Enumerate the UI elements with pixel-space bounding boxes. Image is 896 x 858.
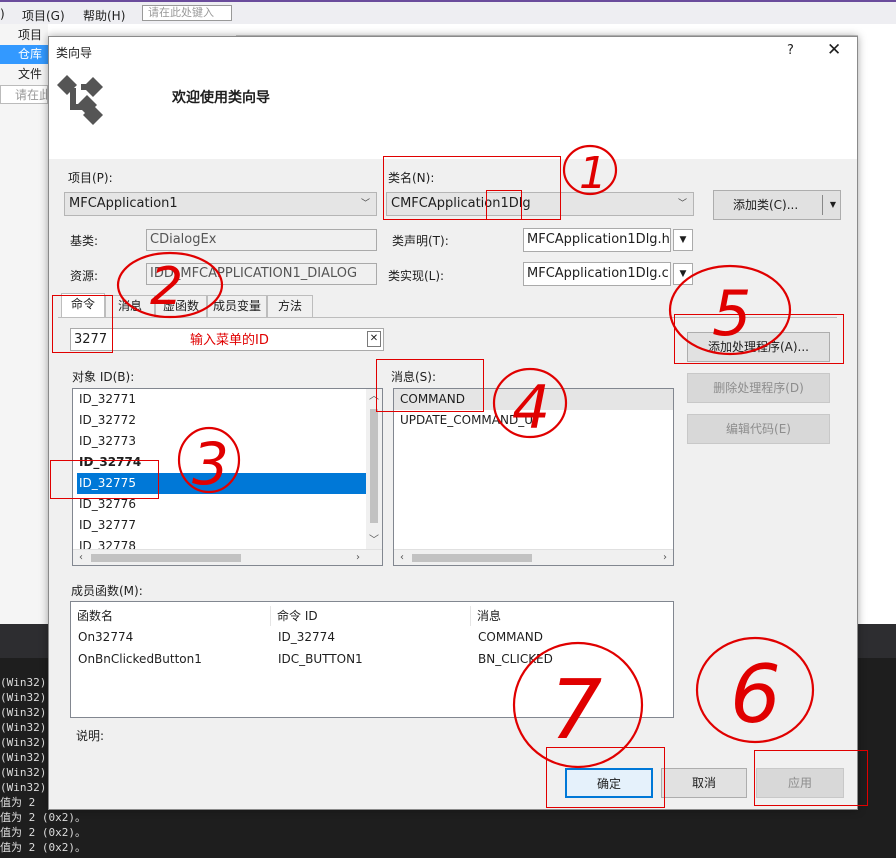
chevron-down-icon: ﹀ [677, 199, 687, 209]
output-line: 值为 2 [0, 796, 36, 809]
tab-methods[interactable]: 方法 [267, 295, 313, 317]
list-item[interactable]: ID_32771 [77, 389, 366, 410]
clear-search-icon[interactable]: ✕ [367, 331, 381, 347]
add-class-button[interactable]: 添加类(C)... ▼ [713, 190, 841, 220]
scroll-right-icon[interactable]: › [350, 550, 366, 565]
dialog-title: 类向导 [56, 46, 93, 60]
edit-code-button[interactable]: 编辑代码(E) [687, 414, 830, 444]
ide-left-panel: 项目 仓库 文件 请在此 [0, 24, 48, 624]
base-class-label: 基类: [70, 234, 99, 248]
class-wizard-logo-icon [57, 75, 103, 125]
project-combo[interactable]: MFCApplication1 ﹀ [64, 192, 377, 216]
menu-help[interactable]: 帮助(H) [83, 7, 125, 24]
list-item[interactable]: UPDATE_COMMAND_UI [398, 410, 537, 431]
ide-search-input[interactable]: 请在此处键入 [142, 5, 232, 21]
output-line: (Win32): [0, 736, 53, 749]
column-header[interactable]: 消息 [471, 606, 671, 626]
left-search-input[interactable]: 请在此 [0, 85, 48, 104]
output-line: (Win32): [0, 751, 53, 764]
annotation-box-add-handler [674, 314, 844, 364]
messages-hscroll[interactable]: ‹ › [394, 549, 673, 565]
class-impl-field[interactable]: MFCApplication1Dlg.cpp [523, 262, 671, 286]
split-divider [822, 195, 823, 215]
annotation-box-apply [754, 750, 868, 806]
column-header[interactable]: 命令 ID [271, 606, 471, 626]
dialog-header: 类向导 ? ✕ 欢迎使用类向导 [49, 37, 857, 159]
ide-menubar: ) 项目(G) 帮助(H) [0, 0, 896, 24]
cell-message: COMMAND [478, 630, 543, 644]
cell-function: On32774 [78, 630, 134, 644]
left-item-repo[interactable]: 仓库 [0, 45, 48, 64]
output-line: 值为 2 (0x2)。 [0, 841, 86, 854]
list-item[interactable]: ID_32778 [77, 536, 366, 549]
decl-dropdown-icon[interactable]: ▼ [673, 229, 693, 251]
resource-field: IDD_MFCAPPLICATION1_DIALOG [146, 263, 377, 285]
output-line: (Win32): [0, 781, 53, 794]
left-item-project[interactable]: 项目 [0, 26, 48, 45]
column-header[interactable]: 函数名 [71, 606, 271, 626]
output-line: (Win32): [0, 706, 53, 719]
output-line: (Win32): [0, 676, 53, 689]
tab-member-variables[interactable]: 成员变量 [207, 295, 267, 317]
dropdown-arrow-icon[interactable]: ▼ [830, 191, 836, 219]
output-line: (Win32): [0, 691, 53, 704]
class-wizard-dialog: 类向导 ? ✕ 欢迎使用类向导 项目(P): MFCApplication1 ﹀… [48, 36, 858, 810]
scroll-thumb[interactable] [91, 554, 241, 562]
scroll-right-icon[interactable]: › [657, 550, 673, 565]
cell-command-id: IDC_BUTTON1 [278, 652, 363, 666]
project-value: MFCApplication1 [69, 196, 178, 211]
impl-dropdown-icon[interactable]: ▼ [673, 263, 693, 285]
scroll-down-icon[interactable]: ﹀ [366, 533, 382, 549]
wizard-heading: 欢迎使用类向导 [172, 90, 270, 106]
annotation-box-object-id [50, 460, 159, 499]
object-list-vscroll[interactable]: ︿ ﹀ [366, 389, 382, 549]
annotation-box-ok [546, 747, 665, 808]
list-item[interactable]: ID_32772 [77, 410, 366, 431]
output-line: (Win32): [0, 721, 53, 734]
delete-handler-button[interactable]: 删除处理程序(D) [687, 373, 830, 403]
member-functions-table[interactable]: 函数名 命令 ID 消息 On32774 ID_32774 COMMAND On… [70, 601, 674, 718]
cell-function: OnBnClickedButton1 [78, 652, 202, 666]
description-label: 说明: [76, 729, 105, 743]
messages-list[interactable]: COMMAND UPDATE_COMMAND_UI ‹ › [393, 388, 674, 566]
class-decl-field[interactable]: MFCApplication1Dlg.h [523, 228, 671, 252]
menu-project[interactable]: 项目(G) [22, 7, 65, 24]
member-functions-label: 成员函数(M): [71, 584, 143, 598]
annotation-id-hint: 输入菜单的ID [190, 333, 269, 348]
menu-fragment: ) [0, 7, 5, 21]
list-item[interactable]: ID_32777 [77, 515, 366, 536]
tab-virtual-functions[interactable]: 虚函数 [155, 295, 207, 317]
cell-message: BN_CLICKED [478, 652, 553, 666]
project-label: 项目(P): [68, 171, 113, 185]
ide-toolbar-area [236, 24, 896, 36]
cancel-button[interactable]: 取消 [661, 768, 747, 798]
add-class-label: 添加类(C)... [733, 198, 799, 212]
annotation-box-messages [376, 359, 484, 412]
output-line: 值为 2 (0x2)。 [0, 826, 86, 839]
output-line: 值为 2 (0x2)。 [0, 811, 86, 824]
annotation-box-classname-part [486, 190, 522, 220]
scroll-thumb[interactable] [370, 409, 378, 523]
help-icon[interactable]: ? [787, 43, 794, 58]
class-impl-label: 类实现(L): [388, 269, 445, 283]
list-item[interactable]: ID_32773 [77, 431, 366, 452]
cell-command-id: ID_32774 [278, 630, 335, 644]
class-decl-label: 类声明(T): [392, 234, 449, 248]
left-item-file[interactable]: 文件 [0, 65, 48, 84]
scroll-thumb[interactable] [412, 554, 532, 562]
object-id-label: 对象 ID(B): [72, 370, 135, 384]
base-class-field: CDialogEx [146, 229, 377, 251]
resource-label: 资源: [70, 269, 99, 283]
output-line: (Win32): [0, 766, 53, 779]
scroll-left-icon[interactable]: ‹ [394, 550, 410, 565]
object-list-hscroll[interactable]: ‹ › [73, 549, 382, 565]
scroll-left-icon[interactable]: ‹ [73, 550, 89, 565]
annotation-box-classname [383, 156, 561, 220]
close-icon[interactable]: ✕ [827, 40, 841, 60]
annotation-box-tab [52, 295, 113, 353]
chevron-down-icon: ﹀ [360, 199, 370, 209]
ide-right-area [858, 24, 896, 624]
